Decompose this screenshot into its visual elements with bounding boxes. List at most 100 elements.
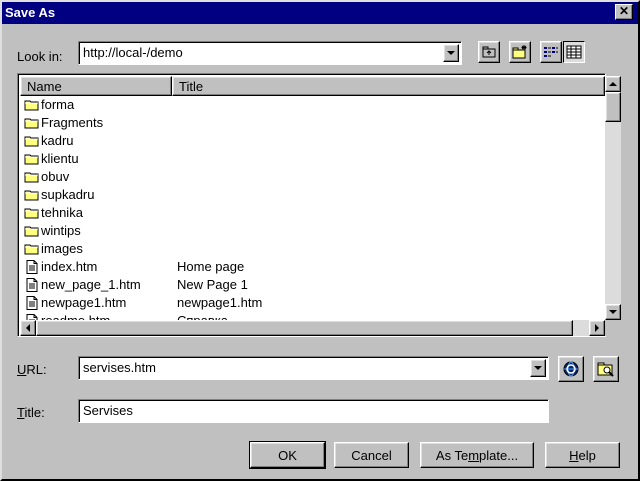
details-view-icon xyxy=(566,45,582,59)
browse-folder-button[interactable] xyxy=(593,356,619,382)
document-icon xyxy=(24,260,40,274)
close-icon: ✕ xyxy=(618,4,630,18)
folder-icon xyxy=(24,98,40,112)
document-icon xyxy=(26,296,38,310)
folder-icon xyxy=(24,154,39,165)
url-dropdown-button[interactable] xyxy=(530,359,546,377)
chevron-down-icon xyxy=(447,51,455,55)
list-item[interactable]: obuv xyxy=(20,168,605,186)
chevron-down-icon xyxy=(534,366,542,370)
title-value: Servises xyxy=(83,403,133,418)
help-button[interactable]: Help xyxy=(545,442,620,468)
list-item[interactable]: kadru xyxy=(20,132,605,150)
list-item-name: supkadru xyxy=(41,187,95,202)
list-item[interactable]: new_page_1.htm New Page 1 xyxy=(20,276,605,294)
list-item-title: Справка xyxy=(177,313,228,320)
horizontal-scrollbar[interactable] xyxy=(20,320,605,336)
folder-icon xyxy=(24,226,39,237)
list-item-name: wintips xyxy=(41,223,81,238)
title-input[interactable]: Servises xyxy=(78,399,549,423)
arrow-left-icon xyxy=(26,324,30,332)
list-item-name: index.htm xyxy=(41,259,98,274)
folder-icon xyxy=(24,136,39,147)
scroll-left-button[interactable] xyxy=(20,320,36,336)
url-combo[interactable]: servises.htm xyxy=(78,356,549,380)
folder-search-icon xyxy=(597,362,614,377)
globe-search-icon xyxy=(563,361,579,377)
folder-icon xyxy=(24,242,40,256)
folder-icon xyxy=(24,116,40,130)
arrow-up-icon xyxy=(609,82,617,86)
folder-icon xyxy=(24,190,39,201)
scroll-right-button[interactable] xyxy=(589,320,605,336)
list-item-name: klientu xyxy=(41,151,79,166)
title-bar: Save As xyxy=(2,2,638,24)
list-item[interactable]: Fragments xyxy=(20,114,605,132)
look-in-value: http://local-/demo xyxy=(83,45,183,60)
as-template-button[interactable]: As Template... xyxy=(420,442,534,468)
column-header-title[interactable]: Title xyxy=(172,76,605,96)
column-header-name[interactable]: Name xyxy=(20,76,172,96)
list-item[interactable]: readme.htm Справка xyxy=(20,312,605,320)
document-icon xyxy=(26,260,38,274)
list-view-button[interactable] xyxy=(540,41,562,63)
ok-button[interactable]: OK xyxy=(249,441,326,469)
folder-icon xyxy=(24,152,40,166)
url-value: servises.htm xyxy=(83,360,156,375)
list-item[interactable]: index.htm Home page xyxy=(20,258,605,276)
document-icon xyxy=(24,278,40,292)
look-in-label: Look in: xyxy=(17,49,63,64)
look-in-combo[interactable]: http://local-/demo xyxy=(78,41,462,65)
folder-icon xyxy=(24,206,40,220)
scrollbar-corner xyxy=(605,320,621,336)
vertical-scrollbar[interactable] xyxy=(605,76,621,320)
list-item[interactable]: wintips xyxy=(20,222,605,240)
list-item-name: Fragments xyxy=(41,115,104,130)
title-label: Title: xyxy=(17,405,45,420)
folder-icon xyxy=(24,134,40,148)
list-item-name: forma xyxy=(41,97,75,112)
horizontal-scroll-thumb[interactable] xyxy=(36,320,573,336)
list-item-name: newpage1.htm xyxy=(41,295,127,310)
window-title: Save As xyxy=(5,5,56,20)
scroll-up-button[interactable] xyxy=(605,76,621,92)
url-label: URL: xyxy=(17,362,47,377)
list-item-name: images xyxy=(41,241,83,256)
folder-icon xyxy=(24,244,39,255)
list-item[interactable]: supkadru xyxy=(20,186,605,204)
folder-icon xyxy=(24,208,39,219)
list-item-title: New Page 1 xyxy=(177,277,248,292)
vertical-scroll-thumb[interactable] xyxy=(605,92,621,122)
folder-icon xyxy=(24,118,39,129)
details-view-button[interactable] xyxy=(563,41,585,63)
file-list-rows: forma Fragments kadru klientu obuv supkadru te… xyxy=(20,96,605,320)
folder-icon xyxy=(24,170,40,184)
list-item-name: new_page_1.htm xyxy=(41,277,141,292)
look-in-dropdown-button[interactable] xyxy=(443,44,459,62)
list-item-name: tehnika xyxy=(41,205,83,220)
close-button[interactable]: ✕ xyxy=(615,4,633,20)
list-item-name: readme.htm xyxy=(41,313,110,320)
cancel-button[interactable]: Cancel xyxy=(334,442,409,468)
list-item-title: Home page xyxy=(177,259,245,274)
list-item[interactable]: tehnika xyxy=(20,204,605,222)
file-list[interactable]: Name Title forma Fragments kadru klientu obu… xyxy=(17,73,621,337)
list-item[interactable]: klientu xyxy=(20,150,605,168)
scroll-down-button[interactable] xyxy=(605,304,621,320)
up-folder-button[interactable] xyxy=(478,41,500,63)
up-folder-icon xyxy=(482,46,496,58)
new-folder-button[interactable] xyxy=(509,41,531,63)
list-item[interactable]: forma xyxy=(20,96,605,114)
folder-icon xyxy=(24,224,40,238)
list-item[interactable]: images xyxy=(20,240,605,258)
document-icon xyxy=(26,278,38,292)
folder-icon xyxy=(24,100,39,111)
list-item[interactable]: newpage1.htm newpage1.htm xyxy=(20,294,605,312)
document-icon xyxy=(24,296,40,310)
folder-icon xyxy=(24,172,39,183)
browse-web-button[interactable] xyxy=(558,356,584,382)
new-folder-icon xyxy=(512,45,527,59)
arrow-down-icon xyxy=(609,310,617,314)
list-item-name: obuv xyxy=(41,169,70,184)
folder-icon xyxy=(24,188,40,202)
